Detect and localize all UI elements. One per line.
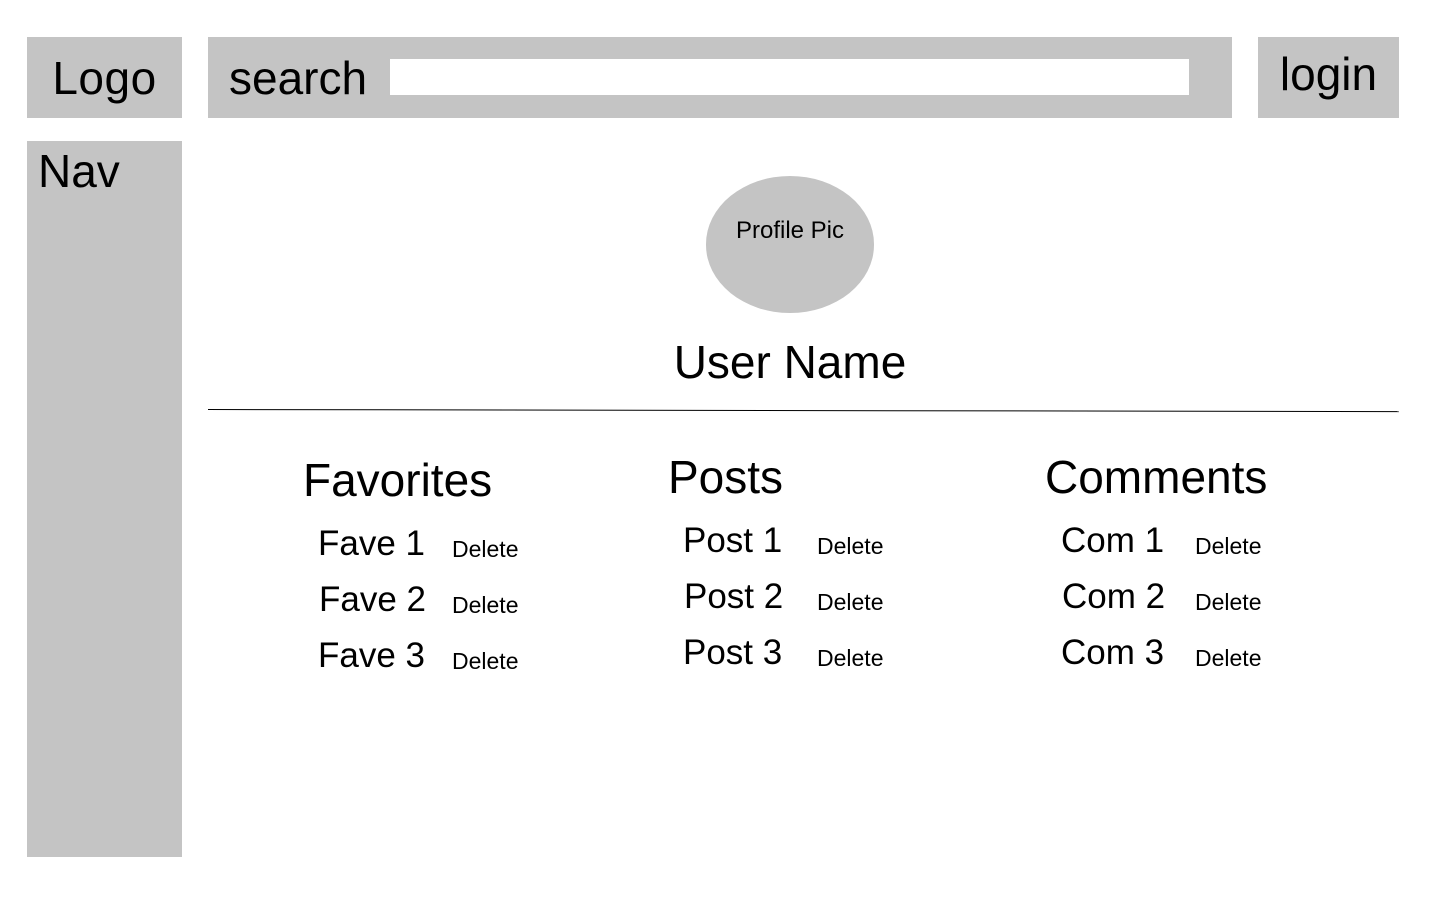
favorites-title: Favorites (303, 454, 493, 506)
nav-title: Nav (38, 145, 120, 197)
login-label: login (1279, 47, 1378, 100)
delete-button[interactable]: Delete (452, 536, 518, 562)
delete-button[interactable]: Delete (1195, 645, 1261, 671)
comment-item-label[interactable]: Com 1 (1061, 521, 1164, 561)
posts-title: Posts (668, 451, 784, 503)
post-item-label[interactable]: Post 2 (684, 577, 783, 617)
comment-item-label[interactable]: Com 2 (1062, 577, 1165, 617)
favorite-item-label[interactable]: Fave 2 (319, 580, 426, 620)
delete-button[interactable]: Delete (452, 648, 518, 674)
delete-button[interactable]: Delete (817, 533, 883, 559)
favorite-item-label[interactable]: Fave 1 (318, 524, 425, 564)
user-name: User Name (673, 336, 907, 388)
search-label: search (229, 52, 368, 104)
divider (207, 409, 1399, 413)
delete-button[interactable]: Delete (817, 645, 883, 671)
login-button[interactable]: login (1258, 37, 1399, 118)
search-input[interactable] (390, 59, 1189, 95)
post-item-label[interactable]: Post 3 (683, 633, 782, 673)
delete-button[interactable]: Delete (452, 592, 518, 618)
logo[interactable]: Logo (27, 37, 182, 118)
profile-pic-label: Profile Pic (735, 217, 845, 244)
delete-button[interactable]: Delete (1195, 589, 1261, 615)
comment-item-label[interactable]: Com 3 (1061, 633, 1164, 673)
favorite-item-label[interactable]: Fave 3 (318, 636, 425, 676)
profile-pic: Profile Pic (706, 176, 874, 313)
sidebar-nav: Nav (27, 141, 182, 857)
post-item-label[interactable]: Post 1 (683, 521, 782, 561)
delete-button[interactable]: Delete (817, 589, 883, 615)
search-bar: search (208, 37, 1232, 118)
delete-button[interactable]: Delete (1195, 533, 1261, 559)
logo-label: Logo (52, 51, 157, 104)
comments-title: Comments (1045, 451, 1268, 503)
